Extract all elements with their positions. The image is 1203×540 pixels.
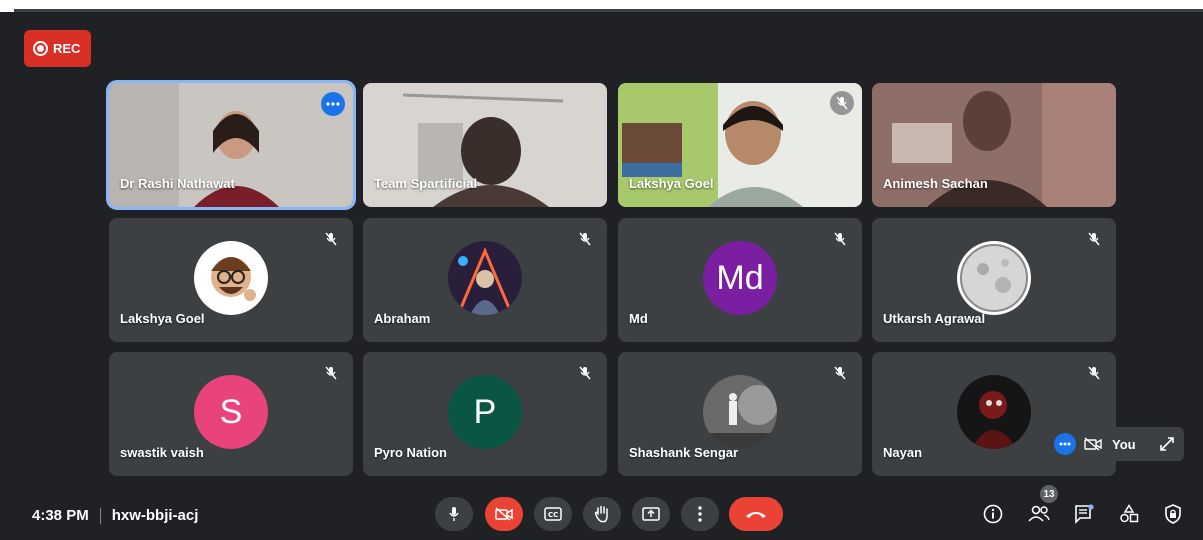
meeting-info: 4:38 PM hxw-bbji-acj bbox=[32, 507, 198, 524]
participant-name: Shashank Sengar bbox=[629, 445, 739, 460]
mic-off-icon bbox=[1083, 362, 1105, 384]
raise-hand-button[interactable] bbox=[583, 497, 621, 531]
more-options-icon[interactable] bbox=[1054, 433, 1076, 455]
avatar-initials: S bbox=[219, 392, 243, 431]
meeting-code: hxw-bbji-acj bbox=[111, 507, 199, 524]
participant-tile[interactable]: Abraham bbox=[363, 218, 607, 342]
initials-avatar: Md bbox=[703, 241, 777, 315]
avatar-initials: P bbox=[473, 392, 497, 431]
top-divider bbox=[14, 9, 1203, 12]
participant-tile[interactable]: Lakshya Goel bbox=[109, 218, 353, 342]
self-view-label: You bbox=[1112, 436, 1136, 452]
participant-name: Team Spartificial bbox=[374, 176, 478, 191]
more-vert-icon bbox=[698, 506, 702, 522]
leave-call-button[interactable] bbox=[729, 497, 783, 531]
participant-name: Dr Rashi Nathawat bbox=[120, 176, 235, 191]
captions-icon: CC bbox=[544, 507, 562, 521]
profile-avatar bbox=[957, 241, 1031, 315]
participant-tile[interactable]: Md Md bbox=[618, 218, 862, 342]
participant-name: Nayan bbox=[883, 445, 923, 460]
expand-icon[interactable] bbox=[1159, 437, 1174, 451]
participant-tile[interactable]: Lakshya Goel bbox=[618, 83, 862, 207]
mic-off-icon bbox=[1083, 228, 1105, 250]
camera-off-icon bbox=[1084, 437, 1102, 451]
participant-tile[interactable]: Animesh Sachan bbox=[872, 83, 1116, 207]
participant-name: Lakshya Goel bbox=[120, 311, 205, 326]
participant-name: Abraham bbox=[374, 311, 431, 326]
participant-name: Animesh Sachan bbox=[883, 176, 988, 191]
control-bar: 4:38 PM hxw-bbji-acj CC 13 bbox=[0, 485, 1203, 540]
chat-icon[interactable] bbox=[1071, 501, 1097, 527]
info-icon[interactable] bbox=[980, 501, 1006, 527]
svg-text:CC: CC bbox=[548, 511, 558, 519]
participant-tile[interactable]: S swastik vaish bbox=[109, 352, 353, 476]
mic-off-icon bbox=[829, 228, 851, 250]
recording-label: REC bbox=[53, 41, 81, 56]
mic-off-icon bbox=[320, 228, 342, 250]
raise-hand-icon bbox=[594, 505, 610, 523]
participant-name: swastik vaish bbox=[120, 445, 204, 460]
present-icon bbox=[642, 507, 660, 521]
divider bbox=[99, 507, 101, 524]
participant-name: Pyro Nation bbox=[374, 445, 447, 460]
mic-off-icon bbox=[574, 228, 596, 250]
avatar-initials: Md bbox=[716, 258, 764, 297]
initials-avatar: S bbox=[194, 375, 268, 449]
people-count-badge: 13 bbox=[1040, 485, 1058, 503]
mic-off-icon bbox=[829, 362, 851, 384]
participant-name: Md bbox=[629, 311, 648, 326]
camera-off-icon bbox=[495, 507, 513, 521]
recording-indicator: REC bbox=[24, 30, 91, 67]
activities-icon[interactable] bbox=[1116, 501, 1142, 527]
profile-avatar bbox=[703, 375, 777, 449]
participant-tile[interactable]: Utkarsh Agrawal bbox=[872, 218, 1116, 342]
present-button[interactable] bbox=[632, 497, 670, 531]
profile-avatar bbox=[194, 241, 268, 315]
participant-name: Utkarsh Agrawal bbox=[883, 311, 986, 326]
profile-avatar bbox=[448, 241, 522, 315]
mic-off-icon bbox=[574, 362, 596, 384]
camera-button[interactable] bbox=[485, 497, 523, 531]
profile-avatar bbox=[957, 375, 1031, 449]
meeting-time: 4:38 PM bbox=[32, 507, 89, 524]
participant-tile[interactable]: Shashank Sengar bbox=[618, 352, 862, 476]
more-options-button[interactable] bbox=[681, 497, 719, 531]
mic-button[interactable] bbox=[435, 497, 473, 531]
self-view-box[interactable]: You bbox=[1046, 427, 1184, 461]
participant-name: Lakshya Goel bbox=[629, 176, 714, 191]
captions-button[interactable]: CC bbox=[534, 497, 572, 531]
participant-tile[interactable]: Team Spartificial bbox=[363, 83, 607, 207]
host-controls-icon[interactable] bbox=[1160, 501, 1186, 527]
participant-tile[interactable]: Dr Rashi Nathawat bbox=[109, 83, 353, 207]
end-call-icon bbox=[744, 509, 768, 519]
record-icon bbox=[33, 41, 48, 56]
initials-avatar: P bbox=[448, 375, 522, 449]
mic-icon bbox=[448, 506, 460, 522]
mic-off-icon bbox=[320, 362, 342, 384]
people-icon[interactable] bbox=[1026, 501, 1052, 527]
more-options-icon[interactable] bbox=[321, 92, 345, 116]
participant-tile[interactable]: P Pyro Nation bbox=[363, 352, 607, 476]
mic-off-icon bbox=[830, 91, 854, 115]
